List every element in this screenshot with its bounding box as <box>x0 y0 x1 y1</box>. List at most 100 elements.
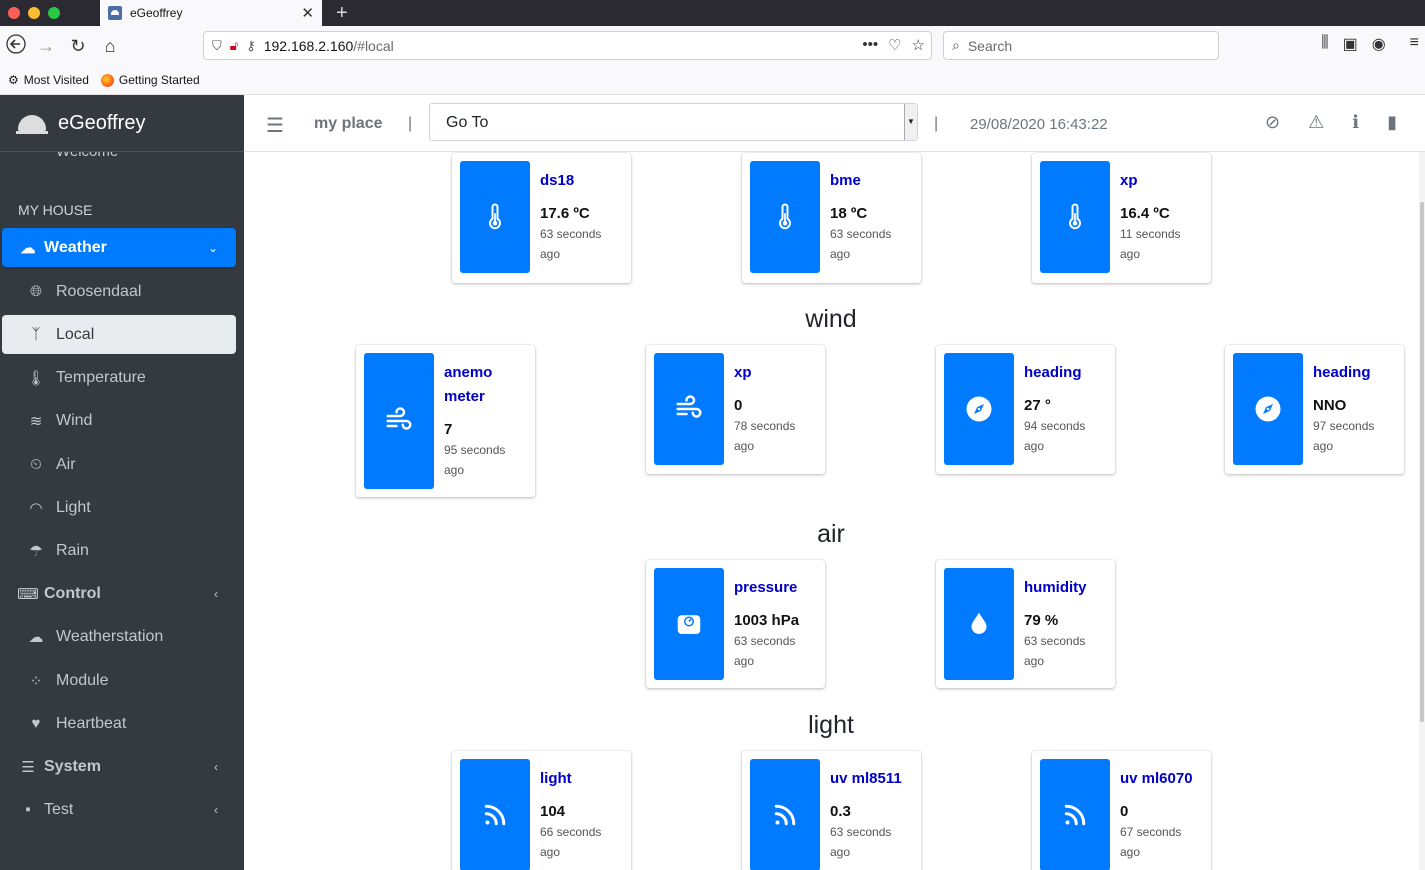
sidebar-item-air[interactable]: ⏲ Air <box>2 445 236 484</box>
wind-icon: ≋ <box>29 412 43 430</box>
compass-icon <box>1233 353 1303 465</box>
url-host: 192.168.2.160 <box>263 37 354 54</box>
sensor-card-heading-text[interactable]: heading NNO 97 seconds ago <box>1225 345 1404 474</box>
account-icon[interactable]: ◉ <box>1372 34 1386 54</box>
menu-icon[interactable]: ≡ <box>1410 34 1419 54</box>
back-arrow-icon <box>6 33 26 54</box>
sensor-card-humidity[interactable]: humidity 79 % 63 seconds ago <box>936 560 1115 688</box>
sidebar-item-system[interactable]: ☰ System ‹ <box>2 747 236 786</box>
sensor-name[interactable]: xp <box>1120 169 1206 193</box>
separator: | <box>408 115 413 132</box>
sensor-card-uv-ml8511[interactable]: uv ml8511 0.3 63 seconds ago <box>742 751 921 870</box>
sidebar-item-local[interactable]: ᛉ Local <box>2 315 236 354</box>
home-button[interactable]: ⌂ <box>94 36 126 57</box>
sidebar-item-control[interactable]: ⌨ Control ‹ <box>2 574 236 613</box>
sensor-card-xp-temperature[interactable]: xp 16.4 ºC 11 seconds ago <box>1032 153 1211 283</box>
sidebar-item-heartbeat[interactable]: ♥ Heartbeat <box>2 704 236 743</box>
pocket-icon[interactable]: ♡ <box>888 36 901 54</box>
bookmark-star-icon[interactable]: ☆ <box>912 36 925 54</box>
sensor-name[interactable]: pressure <box>734 576 820 600</box>
sensor-value: 0.3 <box>830 803 851 820</box>
sensor-card-light[interactable]: light 104 66 seconds ago <box>452 751 631 870</box>
sidebar-item-rain[interactable]: ☂ Rain <box>2 531 236 570</box>
sensor-value: 1003 hPa <box>734 612 800 629</box>
sensor-name[interactable]: anemo meter <box>444 361 530 409</box>
sensor-card-ds18[interactable]: ds18 17.6 ºC 63 seconds ago <box>452 153 631 283</box>
sensor-name[interactable]: xp <box>734 361 820 385</box>
sensor-card-pressure[interactable]: pressure 1003 hPa 63 seconds ago <box>646 560 825 688</box>
sensor-timestamp: 63 seconds ago <box>734 634 796 668</box>
new-tab-button[interactable]: + <box>336 2 348 25</box>
sensor-name[interactable]: heading <box>1313 361 1399 385</box>
sidebar-item-temperature[interactable]: 🌡︎ Temperature <box>2 358 236 397</box>
bookmark-getting-started[interactable]: Getting Started <box>100 73 200 87</box>
sensor-value: 16.4 ºC <box>1120 205 1170 222</box>
sensor-value: 104 <box>540 803 566 820</box>
browser-tab[interactable]: eGeoffrey ✕ <box>100 0 322 26</box>
info-icon[interactable]: ℹ <box>1352 112 1359 133</box>
ban-icon[interactable]: ⊘ <box>1265 112 1280 133</box>
url-bar[interactable]: ⛉ 🔓︎ ⚷ 192.168.2.160/#local ••• ♡ ☆ <box>203 31 932 60</box>
warning-icon[interactable]: ⚠ <box>1308 112 1324 133</box>
section-title-light: light <box>808 711 854 739</box>
sensor-value: NNO <box>1313 397 1347 414</box>
sensor-value: 0 <box>1120 803 1129 820</box>
sidebar-item-test[interactable]: ▪ Test ‹ <box>2 790 236 829</box>
sensor-name[interactable]: heading <box>1024 361 1110 385</box>
goto-select[interactable]: Go To ▼ <box>429 103 918 141</box>
sensor-timestamp: 63 seconds ago <box>1024 634 1086 668</box>
sidebar-item-weatherstation[interactable]: ☁ Weatherstation <box>2 617 236 656</box>
hamburger-menu-icon[interactable]: ☰ <box>266 113 284 138</box>
server-icon: ☰ <box>21 758 35 776</box>
sensor-name[interactable]: ds18 <box>540 169 626 193</box>
search-placeholder: Search <box>967 37 1013 54</box>
section-title-wind: wind <box>805 305 857 333</box>
bookmark-most-visited[interactable]: ⚙ Most Visited <box>8 73 89 87</box>
sensor-name[interactable]: bme <box>830 169 916 193</box>
place-name[interactable]: my place <box>314 115 382 133</box>
sensor-value: 79 % <box>1024 612 1059 629</box>
sensor-name[interactable]: light <box>540 767 626 791</box>
gear-icon: ⚙ <box>8 73 19 87</box>
close-tab-icon[interactable]: ✕ <box>301 4 314 22</box>
sidebar-item-module[interactable]: ⁘ Module <box>2 661 236 700</box>
minimize-window-button[interactable] <box>28 7 40 19</box>
sidebar-toggle-icon[interactable]: ▣ <box>1343 34 1358 54</box>
brand[interactable]: eGeoffrey <box>0 95 244 152</box>
main-header: ☰ my place | Go To ▼ | 29/08/2020 16:43:… <box>244 95 1425 152</box>
sensor-name[interactable]: uv ml8511 <box>830 767 916 791</box>
scrollbar-thumb[interactable] <box>1420 202 1424 722</box>
microchip-icon[interactable]: ▮ <box>1387 112 1397 133</box>
sensor-timestamp: 11 seconds ago <box>1120 227 1181 261</box>
project-diagram-icon: ⁘ <box>29 672 43 690</box>
sidebar-item-light[interactable]: ◠ Light <box>2 488 236 527</box>
sensor-card-uv-ml6070[interactable]: uv ml6070 0 67 seconds ago <box>1032 751 1211 870</box>
library-icon[interactable]: ⫼ <box>1321 34 1328 54</box>
sidebar-item-weather[interactable]: ☁ Weather ⌄ <box>2 228 236 267</box>
content-scrollbar[interactable] <box>1419 152 1425 870</box>
sensor-card-anemometer[interactable]: anemo meter 7 95 seconds ago <box>356 345 535 497</box>
search-input[interactable]: ⌕ Search <box>943 31 1219 60</box>
sensor-name[interactable]: humidity <box>1024 576 1110 600</box>
window-controls <box>0 7 100 19</box>
sensor-timestamp: 67 seconds ago <box>1120 825 1182 859</box>
sensor-card-heading[interactable]: heading 27 ° 94 seconds ago <box>936 345 1115 474</box>
sidebar-item-roosendaal[interactable]: 🌐︎ Roosendaal <box>2 272 236 311</box>
back-button[interactable] <box>2 33 30 59</box>
page-actions-icon[interactable]: ••• <box>862 36 878 54</box>
sidebar-item-wind[interactable]: ≋ Wind <box>2 401 236 440</box>
browser-tabbar: eGeoffrey ✕ + <box>0 0 1425 26</box>
section-header: MY HOUSE <box>18 202 93 218</box>
sensor-card-bme[interactable]: bme 18 ºC 63 seconds ago <box>742 153 921 283</box>
sensor-name[interactable]: uv ml6070 <box>1120 767 1206 791</box>
sensor-value: 18 ºC <box>830 205 868 222</box>
sensor-card-xp-wind[interactable]: xp 0 78 seconds ago <box>646 345 825 474</box>
sensor-timestamp: 94 seconds ago <box>1024 419 1086 453</box>
forward-button[interactable]: → <box>30 36 62 57</box>
maximize-window-button[interactable] <box>48 7 60 19</box>
chevron-left-icon: ‹ <box>214 802 218 817</box>
close-window-button[interactable] <box>8 7 20 19</box>
reload-button[interactable]: ↻ <box>62 36 94 57</box>
dropdown-arrow-icon[interactable]: ▼ <box>904 104 917 140</box>
sensor-timestamp: 63 seconds ago <box>540 227 602 261</box>
